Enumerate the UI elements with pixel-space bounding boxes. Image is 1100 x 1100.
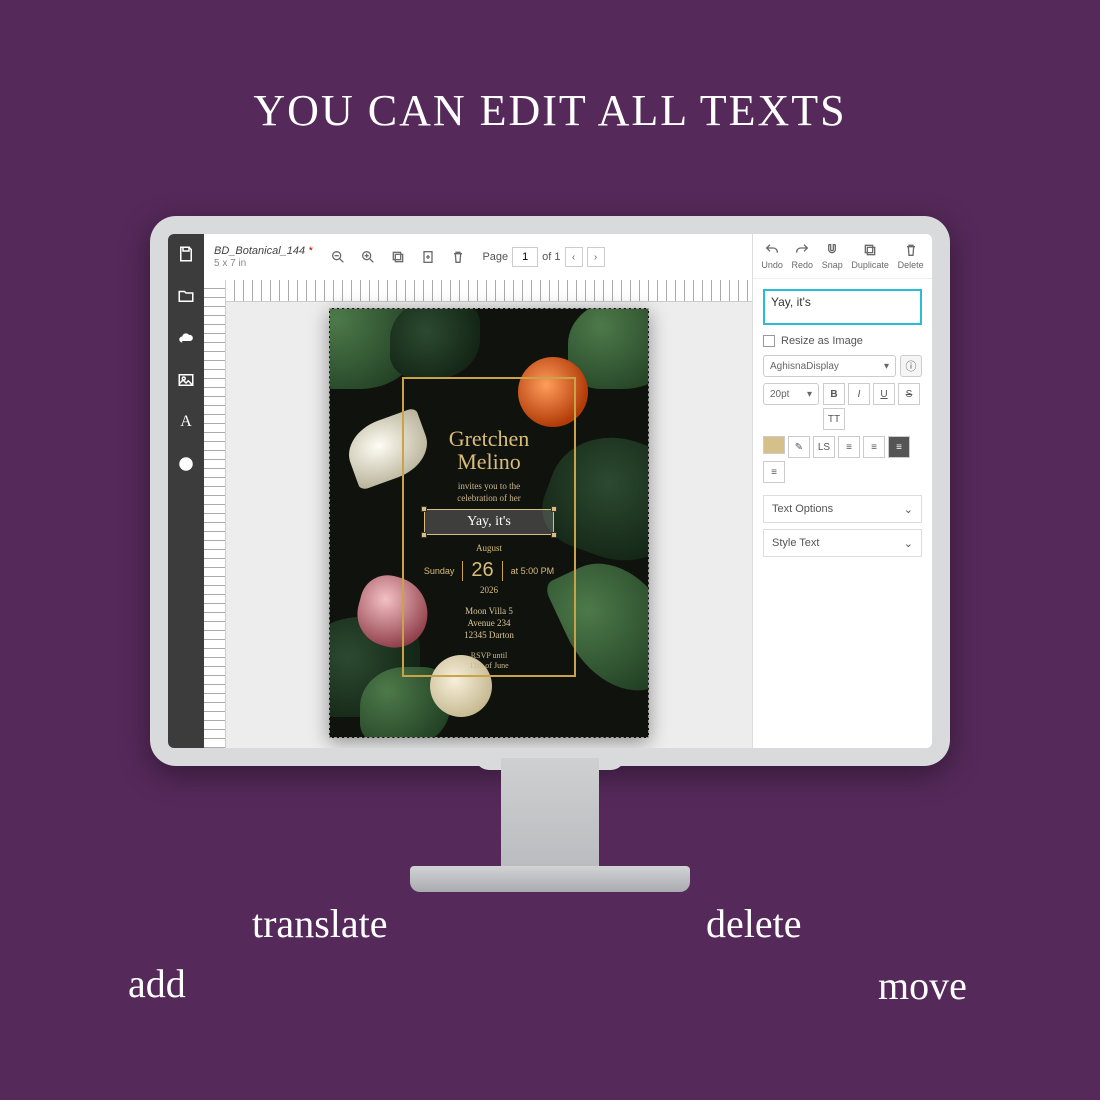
cloud-icon[interactable] [176,328,196,348]
text-color-swatch[interactable] [763,436,785,454]
invite-address[interactable]: Moon Villa 5Avenue 23412345 Darton [330,605,648,641]
chevron-down-icon: ⌄ [904,503,913,516]
redo-button[interactable]: Redo [792,242,814,270]
undo-button[interactable]: Undo [761,242,783,270]
strike-button[interactable]: S [898,383,920,405]
zoom-out-icon[interactable] [326,245,350,269]
add-page-icon[interactable] [416,245,440,269]
monitor-mockup: A i BD_Botanical_144 * 5 x 7 in Page [150,216,950,766]
invite-subtitle[interactable]: invites you to thecelebration of her [330,481,648,504]
invite-time: at 5:00 PM [511,566,555,576]
trash-icon[interactable] [446,245,470,269]
caps-button[interactable]: TT [823,408,845,430]
main-pane: BD_Botanical_144 * 5 x 7 in Page of 1 ‹ … [204,234,752,748]
page-total: of 1 [542,251,560,263]
callout-add: add [128,960,186,1007]
align-right-button[interactable]: ≡ [763,461,785,483]
resize-handle[interactable] [551,506,557,512]
eyedropper-button[interactable]: ✎ [788,436,810,458]
doc-title: BD_Botanical_144 [214,245,305,257]
text-tool-icon[interactable]: A [176,412,196,432]
invite-name[interactable]: GretchenMelino [330,427,648,473]
underline-button[interactable]: U [873,383,895,405]
monitor-neck [501,758,599,878]
monitor-base [410,866,690,892]
canvas-wrap: GretchenMelino invites you to thecelebra… [204,280,752,748]
chevron-down-icon: ⌄ [904,537,913,550]
callout-translate: translate [252,900,388,947]
page-next-button[interactable]: › [587,247,605,267]
resize-label: Resize as Image [781,335,863,347]
snap-button[interactable]: Snap [822,242,843,270]
invite-year[interactable]: 2026 [330,585,648,595]
invite-rsvp[interactable]: RSVP until11th of June [330,651,648,672]
leaf-decor [390,308,480,379]
font-family-select[interactable]: AghisnaDisplay▾ [763,355,896,377]
font-size-select[interactable]: 20pt▾ [763,383,819,405]
page-label: Page [482,251,508,263]
resize-handle[interactable] [421,532,427,538]
resize-as-image-row[interactable]: Resize as Image [753,335,932,355]
canvas-stage[interactable]: GretchenMelino invites you to thecelebra… [226,302,752,748]
invite-weekday: Sunday [424,566,455,576]
zoom-in-icon[interactable] [356,245,380,269]
copy-icon[interactable] [386,245,410,269]
delete-button[interactable]: Delete [898,242,924,270]
divider [502,561,503,581]
invite-day: 26 [471,559,493,582]
doc-size: 5 x 7 in [214,258,312,269]
ruler-horizontal [226,280,752,302]
design-canvas[interactable]: GretchenMelino invites you to thecelebra… [329,308,649,738]
align-center-button[interactable]: ≡ [888,436,910,458]
divider [462,561,463,581]
promo-headline: YOU CAN EDIT ALL TEXTS [0,85,1100,136]
callout-delete: delete [706,900,802,947]
action-row: Undo Redo Snap Duplicate Delete [753,234,932,279]
italic-button[interactable]: I [848,383,870,405]
svg-text:i: i [185,460,188,471]
invite-month[interactable]: August [330,543,648,553]
letterspacing-button[interactable]: LS [813,436,835,458]
properties-panel: Undo Redo Snap Duplicate Delete Yay, it'… [752,234,932,748]
callout-move: move [878,962,967,1009]
document-name: BD_Botanical_144 * 5 x 7 in [214,245,312,268]
save-icon[interactable] [176,244,196,264]
selected-text: Yay, it's [467,514,511,530]
resize-handle[interactable] [551,532,557,538]
modified-star: * [308,245,312,257]
image-icon[interactable] [176,370,196,390]
text-edit-field[interactable]: Yay, it's [763,289,922,325]
align-left-button[interactable]: ≡ [863,436,885,458]
lineheight-button[interactable]: ≡ [838,436,860,458]
ruler-vertical [204,280,226,748]
info-icon[interactable]: i [176,454,196,474]
style-text-accordion[interactable]: Style Text⌄ [763,529,922,557]
invite-dateline[interactable]: Sunday 26 at 5:00 PM [390,559,588,582]
editor-topbar: BD_Botanical_144 * 5 x 7 in Page of 1 ‹ … [204,234,752,280]
page-prev-button[interactable]: ‹ [565,247,583,267]
selected-textbox[interactable]: Yay, it's [424,509,554,535]
canvas-area: GretchenMelino invites you to thecelebra… [226,280,752,748]
open-icon[interactable] [176,286,196,306]
text-options-accordion[interactable]: Text Options⌄ [763,495,922,523]
left-sidebar: A i [168,234,204,748]
checkbox-icon[interactable] [763,335,775,347]
page-current-input[interactable] [512,247,538,267]
page-navigator: Page of 1 ‹ › [482,247,604,267]
monitor-bezel: A i BD_Botanical_144 * 5 x 7 in Page [150,216,950,766]
font-info-button[interactable]: ⓘ [900,355,922,377]
duplicate-button[interactable]: Duplicate [851,242,889,270]
resize-handle[interactable] [421,506,427,512]
app-screen: A i BD_Botanical_144 * 5 x 7 in Page [168,234,932,748]
bold-button[interactable]: B [823,383,845,405]
